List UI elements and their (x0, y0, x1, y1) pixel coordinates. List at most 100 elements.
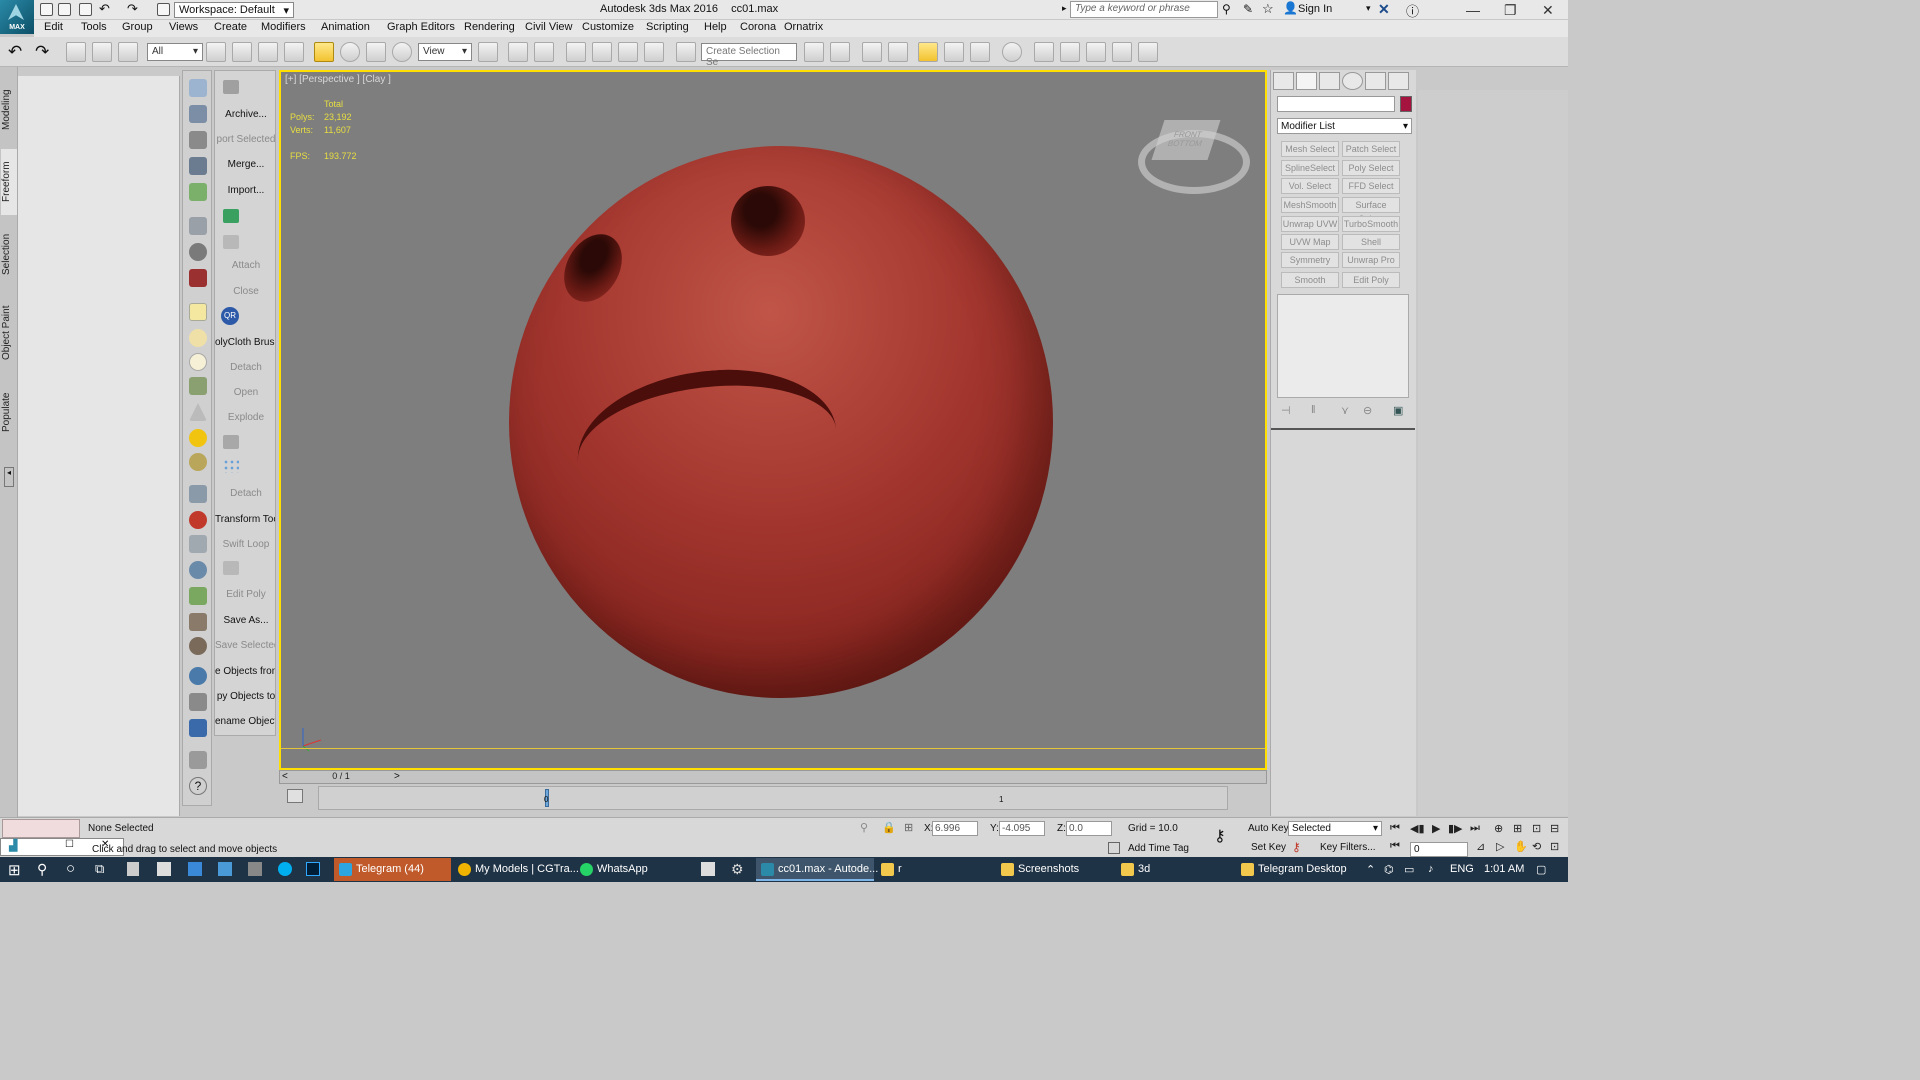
mini-curve-editor-icon[interactable] (287, 789, 303, 803)
isolate-selection-icon[interactable]: ⚲ (860, 821, 868, 834)
selection-filter-dropdown[interactable]: All ▾ (147, 43, 203, 61)
sphere-icon[interactable] (189, 353, 207, 371)
show-hidden-icons-icon[interactable]: ⌃ (1366, 863, 1375, 876)
zoom-icon[interactable]: ⊕ (1494, 822, 1503, 835)
frame-counter[interactable]: 0 / 1 (290, 771, 392, 783)
rectangle-icon[interactable] (189, 303, 207, 321)
detach-button-2[interactable]: Detach (215, 488, 275, 499)
render-icon[interactable] (189, 105, 207, 123)
rendered-frame-window-icon[interactable] (1060, 42, 1080, 62)
remove-modifier-icon[interactable]: ⊖ (1363, 404, 1372, 417)
taskbar-3dsmax[interactable]: cc01.max - Autode... (756, 858, 878, 881)
modifier-stack[interactable] (1277, 294, 1409, 398)
cloth-icon[interactable] (189, 535, 207, 553)
smooth-button[interactable]: Smooth (1281, 272, 1339, 288)
store-icon[interactable] (157, 862, 171, 876)
menu-graph-editors[interactable]: Graph Editors (387, 21, 455, 33)
cone-icon[interactable] (189, 403, 207, 421)
field-of-view-icon[interactable]: ⊿ (1476, 840, 1485, 853)
ellipse-icon[interactable] (189, 329, 207, 347)
selection-lock-icon[interactable]: 🔒 (882, 821, 896, 834)
menu-scripting[interactable]: Scripting (646, 21, 689, 33)
hierarchy-tab-icon[interactable] (1319, 72, 1340, 90)
key-filters-button[interactable]: Key Filters... (1320, 842, 1376, 853)
tab-populate[interactable]: Populate (1, 383, 17, 441)
previous-key-icon[interactable]: ◀▮ (1410, 822, 1425, 835)
mirror-icon[interactable] (804, 42, 824, 62)
language-indicator[interactable]: ENG (1450, 863, 1474, 875)
mesh-select-button[interactable]: Mesh Select (1281, 141, 1339, 157)
task-view-icon[interactable]: ⧉ (95, 861, 104, 877)
sun-icon[interactable] (189, 429, 207, 447)
communication-icon[interactable]: ✎ (1243, 2, 1253, 16)
restore-icon[interactable]: ☐ (65, 839, 74, 850)
unwrap-uvw-button[interactable]: Unwrap UVW (1281, 216, 1339, 232)
unwrap-pro-button[interactable]: Unwrap Pro (1342, 252, 1400, 268)
menu-edit[interactable]: Edit (44, 21, 63, 33)
search-input[interactable]: Type a keyword or phrase (1070, 1, 1218, 18)
unlink-selection-icon[interactable] (92, 42, 112, 62)
polycloth-brush-button[interactable]: olyCloth Brush (215, 337, 275, 348)
menu-tools[interactable]: Tools (81, 21, 107, 33)
attach-button[interactable]: Attach (215, 260, 275, 271)
key-mode-dropdown[interactable]: Selected ▾ (1288, 821, 1382, 836)
ribbon-toggle-icon[interactable] (918, 42, 938, 62)
percent-snap-icon[interactable] (618, 42, 638, 62)
transform-tool-button[interactable]: Transform Tool (215, 514, 275, 525)
previous-frame-icon[interactable]: < (282, 771, 288, 782)
x-coordinate-field[interactable]: 6.996 (932, 821, 978, 836)
user-icon[interactable]: 👤 (1283, 1, 1298, 15)
search-icon[interactable]: ⚲ (37, 861, 47, 878)
taskbar-folder-telegram-desktop[interactable]: Telegram Desktop (1236, 858, 1354, 881)
save-as-button[interactable]: Save As... (215, 615, 275, 626)
material-editor-icon[interactable] (1002, 42, 1022, 62)
maximize-viewport-icon[interactable]: ⊡ (1550, 840, 1559, 853)
select-and-move-icon[interactable] (314, 42, 334, 62)
modify-tab-icon[interactable] (1296, 72, 1317, 90)
blue-sphere-icon[interactable] (189, 667, 207, 685)
menu-create[interactable]: Create (214, 21, 247, 33)
maxscript-listener[interactable] (2, 819, 80, 838)
pc-icon[interactable] (218, 862, 232, 876)
configure-modifier-sets-icon[interactable]: ▣ (1393, 404, 1403, 417)
clock[interactable]: 1:01 AM (1484, 863, 1524, 875)
sad-face-sphere[interactable] (509, 146, 1053, 698)
display-tab-icon[interactable] (1365, 72, 1386, 90)
surface-select-button[interactable]: Surface Select (1342, 197, 1400, 224)
play-icon[interactable]: ▶ (1432, 822, 1440, 835)
skype-icon[interactable] (278, 862, 292, 876)
meshsmooth-button[interactable]: MeshSmooth (1281, 197, 1339, 213)
next-frame-icon[interactable]: > (394, 771, 400, 782)
settings-icon[interactable]: ⚙ (731, 861, 744, 878)
menu-corona[interactable]: Corona (740, 21, 776, 33)
menu-views[interactable]: Views (169, 21, 198, 33)
select-and-rotate-icon[interactable] (340, 42, 360, 62)
vol-select-button[interactable]: Vol. Select (1281, 178, 1339, 194)
taskbar-whatsapp[interactable]: WhatsApp (575, 858, 691, 881)
save-selected-button[interactable]: Save Selected (215, 640, 275, 651)
turbosmooth-button[interactable]: TurboSmooth (1342, 216, 1400, 232)
create-tab-icon[interactable] (1273, 72, 1294, 90)
y-coordinate-field[interactable]: -4.095 (999, 821, 1045, 836)
photoshop-icon[interactable] (306, 862, 320, 876)
ribbon-collapse-icon[interactable]: ◂ (4, 467, 14, 487)
brush-icon[interactable] (189, 511, 207, 529)
select-object-icon[interactable] (206, 42, 226, 62)
detach-button[interactable]: Detach (215, 362, 275, 373)
show-end-result-icon[interactable]: ‖ (1311, 404, 1316, 416)
perspective-viewport[interactable]: [+] [Perspective ] [Clay ] Total Polys: 2… (279, 70, 1267, 770)
close-button-ribbon[interactable]: Close (215, 286, 275, 297)
tiles-icon[interactable] (189, 485, 207, 503)
make-unique-icon[interactable]: ⋎ (1341, 404, 1349, 417)
tool-icon[interactable] (248, 862, 262, 876)
layer-explorer-icon[interactable] (888, 42, 908, 62)
curve-editor-icon[interactable] (944, 42, 964, 62)
bind-to-space-warp-icon[interactable] (118, 42, 138, 62)
volume-icon[interactable]: ♪ (1428, 863, 1434, 875)
calculator-icon[interactable] (127, 862, 139, 876)
swift-loop-button[interactable]: Swift Loop (215, 539, 275, 550)
taskbar-folder-3d[interactable]: 3d (1116, 858, 1234, 881)
teapot-icon[interactable] (189, 79, 207, 97)
pin-stack-icon[interactable]: ⊣ (1281, 404, 1291, 417)
undo-icon[interactable]: ↶ (99, 1, 110, 17)
